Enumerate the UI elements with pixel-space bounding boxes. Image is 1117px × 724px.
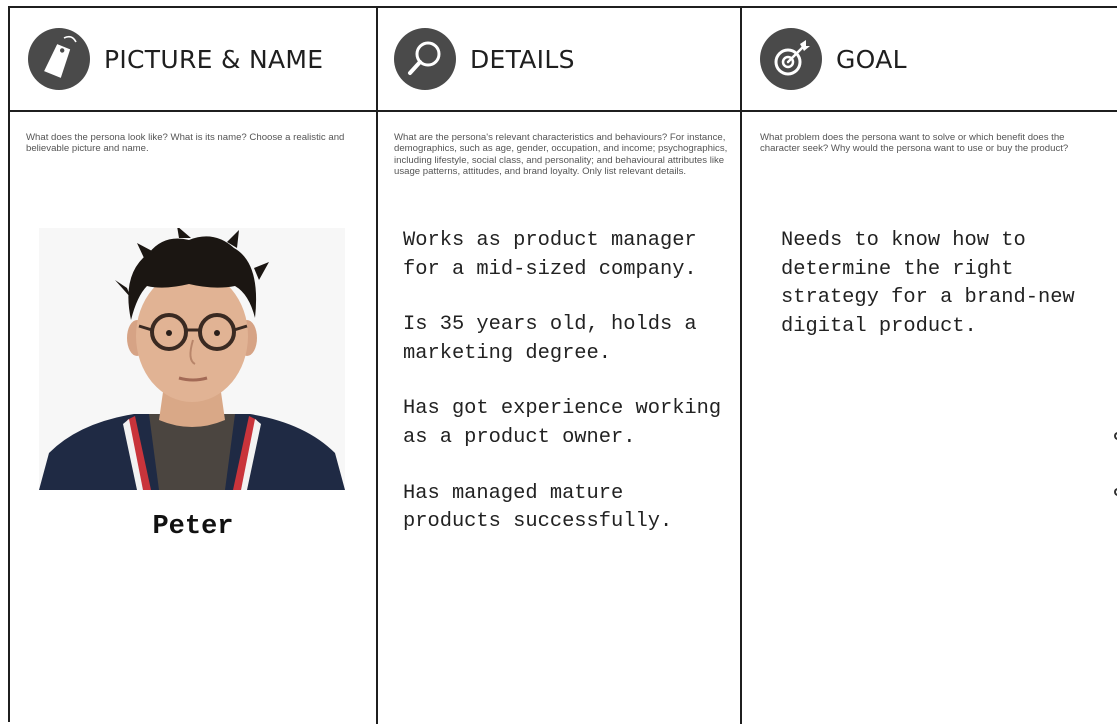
picture-name-hint: What does the persona look like? What is… — [26, 132, 345, 155]
details-column: DETAILS What are the persona's relevant … — [376, 8, 742, 724]
goal-header: GOAL — [742, 8, 1117, 112]
details-note: Works as product manager for a mid-sized… — [403, 229, 697, 281]
details-notes: Works as product manager for a mid-sized… — [403, 227, 728, 564]
goal-hint: What problem does the persona want to so… — [760, 132, 1069, 155]
picture-name-title: PICTURE & NAME — [104, 44, 324, 74]
details-header: DETAILS — [376, 8, 740, 112]
persona-name: Peter — [152, 512, 234, 542]
details-title: DETAILS — [470, 44, 575, 74]
picture-name-header: PICTURE & NAME — [10, 8, 376, 112]
details-note: Has managed mature products successfully… — [403, 481, 673, 534]
details-note: Has got experience working as a product … — [403, 397, 722, 449]
tag-icon — [28, 28, 90, 90]
goal-column: GOAL What problem does the persona want … — [742, 8, 1117, 724]
magnifier-icon — [394, 28, 456, 90]
details-note: Is 35 years old, holds a marketing degre… — [403, 313, 697, 365]
picture-name-column: PICTURE & NAME What does the persona loo… — [10, 8, 378, 724]
persona-board: PICTURE & NAME What does the persona loo… — [8, 6, 1117, 724]
goal-notes: Needs to know how to determine the right… — [781, 227, 1081, 368]
persona-photo — [39, 228, 345, 490]
goal-note: Needs to know how to determine the right… — [781, 229, 1075, 338]
target-icon — [760, 28, 822, 90]
details-hint: What are the persona's relevant characte… — [394, 132, 728, 178]
goal-title: GOAL — [836, 44, 907, 74]
